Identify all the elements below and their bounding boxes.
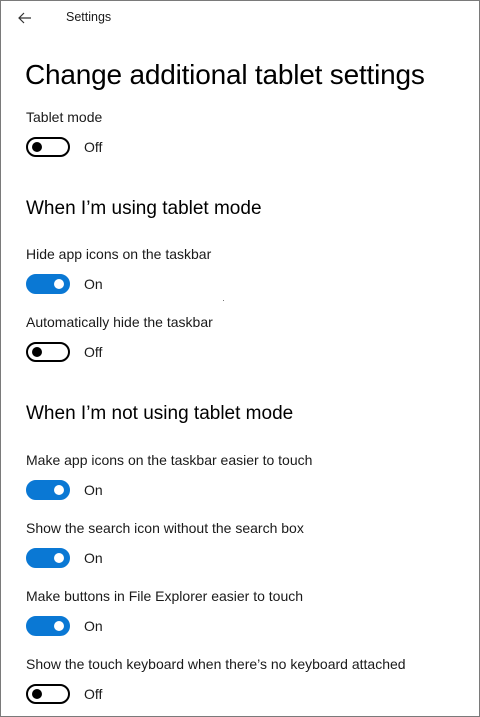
tablet-mode-state: Off <box>84 139 103 155</box>
tablet-mode-label: Tablet mode <box>26 109 103 125</box>
page-title: Change additional tablet settings <box>25 59 425 90</box>
easier-icons-setting: On <box>26 479 103 501</box>
settings-window: Settings Change additional tablet settin… <box>0 0 480 717</box>
arrow-left-icon <box>18 12 31 24</box>
tablet-mode-setting: Off <box>26 136 102 158</box>
stray-pixel <box>223 300 224 301</box>
toggle-knob <box>32 689 42 699</box>
touch-keyboard-setting: Off <box>26 683 102 705</box>
toggle-knob <box>32 347 42 357</box>
search-icon-state: On <box>84 550 103 566</box>
toggle-knob <box>54 553 64 563</box>
auto-hide-label: Automatically hide the taskbar <box>26 314 213 330</box>
app-title: Settings <box>66 10 112 24</box>
touch-keyboard-label: Show the touch keyboard when there’s no … <box>26 656 406 672</box>
auto-hide-setting: Off <box>26 341 102 363</box>
tablet-mode-toggle[interactable] <box>26 137 70 157</box>
file-explorer-toggle[interactable] <box>26 616 70 636</box>
search-icon-label: Show the search icon without the search … <box>26 520 304 536</box>
file-explorer-state: On <box>84 618 103 634</box>
easier-icons-label: Make app icons on the taskbar easier to … <box>26 452 313 468</box>
section-header-using: When I’m using tablet mode <box>26 198 262 219</box>
hide-icons-state: On <box>84 276 103 292</box>
touch-keyboard-state: Off <box>84 686 103 702</box>
toggle-knob <box>32 142 42 152</box>
hide-icons-toggle[interactable] <box>26 274 70 294</box>
search-icon-setting: On <box>26 547 103 569</box>
section-header-not-using: When I’m not using tablet mode <box>26 403 294 424</box>
search-icon-toggle[interactable] <box>26 548 70 568</box>
hide-icons-setting: On <box>26 273 103 295</box>
touch-keyboard-toggle[interactable] <box>26 684 70 704</box>
hide-icons-label: Hide app icons on the taskbar <box>26 246 212 262</box>
auto-hide-toggle[interactable] <box>26 342 70 362</box>
back-button[interactable] <box>13 7 37 29</box>
toggle-knob <box>54 279 64 289</box>
easier-icons-state: On <box>84 482 103 498</box>
file-explorer-label: Make buttons in File Explorer easier to … <box>26 588 304 604</box>
file-explorer-setting: On <box>26 615 103 637</box>
title-bar: Settings <box>1 1 479 35</box>
easier-icons-toggle[interactable] <box>26 480 70 500</box>
auto-hide-state: Off <box>84 344 103 360</box>
toggle-knob <box>54 485 64 495</box>
toggle-knob <box>54 621 64 631</box>
